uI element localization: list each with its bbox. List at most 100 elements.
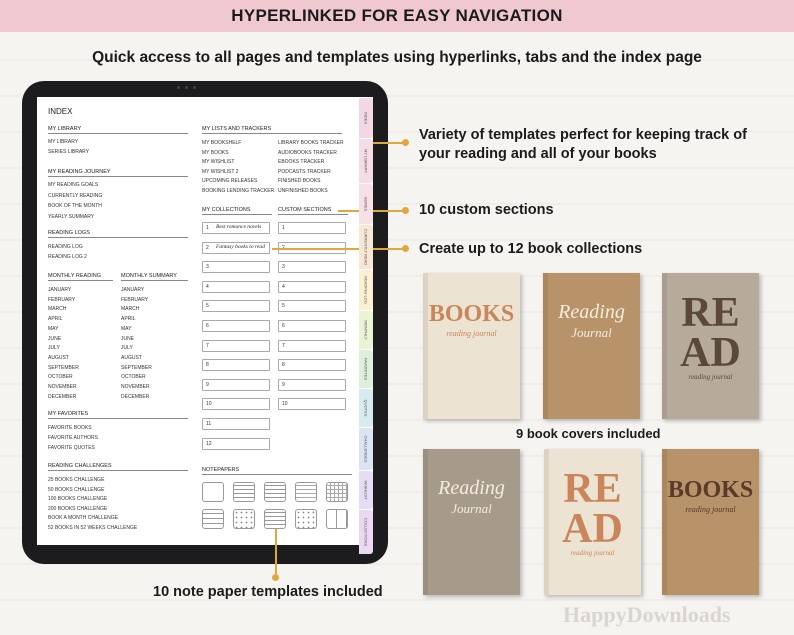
notepaper-thumb[interactable] (326, 509, 348, 529)
tab-my-library[interactable]: MY LIBRARY (359, 139, 373, 183)
watermark: HappyDownloads (563, 602, 731, 627)
collection-slot[interactable]: 11 (202, 418, 270, 430)
slot-number: 11 (206, 421, 212, 427)
notepaper-thumb[interactable] (202, 509, 224, 529)
index-link[interactable]: JULY (121, 345, 133, 351)
index-link[interactable]: DECEMBER (48, 394, 76, 400)
notepaper-thumb[interactable] (233, 509, 255, 529)
tab-currently-read[interactable]: CURRENTLY READ (359, 225, 373, 269)
notepaper-thumb[interactable] (233, 482, 255, 502)
tab-challenges[interactable]: CHALLENGES (359, 428, 373, 470)
index-link[interactable]: UPCOMING RELEASES (202, 178, 257, 184)
tab-monthly[interactable]: MONTHLY (359, 311, 373, 349)
notepaper-thumb[interactable] (326, 482, 348, 502)
collection-slot[interactable]: 5 (202, 300, 270, 313)
custom-section-slot[interactable]: 8 (278, 359, 346, 372)
index-link[interactable]: FAVORITE QUOTES (48, 445, 95, 451)
custom-section-slot[interactable]: 1 (278, 222, 346, 234)
index-link[interactable]: MY BOOKS (202, 150, 229, 156)
index-link[interactable]: OCTOBER (48, 374, 73, 380)
notepaper-thumb[interactable] (264, 482, 286, 502)
index-link[interactable]: LIBRARY BOOKS TRACKER (278, 140, 344, 146)
index-link[interactable]: APRIL (121, 316, 135, 322)
index-link[interactable]: FEBRUARY (121, 297, 148, 303)
index-link[interactable]: 200 BOOKS CHALLENGE (48, 506, 107, 512)
index-link[interactable]: FINISHED BOOKS (278, 178, 321, 184)
collection-slot[interactable]: 3 (202, 261, 270, 274)
index-link[interactable]: MARCH (121, 306, 139, 312)
custom-section-slot[interactable]: 3 (278, 261, 346, 274)
index-link[interactable]: NOVEMBER (48, 384, 77, 390)
index-link[interactable]: 100 BOOKS CHALLENGE (48, 496, 107, 502)
collection-slot[interactable]: 2 Fantasy books to read (202, 241, 270, 254)
tab-reading-log[interactable]: READING LOG (359, 270, 373, 310)
collection-slot[interactable]: 8 (202, 359, 270, 372)
collection-slot[interactable]: 12 (202, 437, 270, 450)
index-link[interactable]: BOOKING LENDING TRACKER (202, 188, 274, 194)
index-link[interactable]: SEPTEMBER (121, 365, 152, 371)
index-link[interactable]: MY WISHLIST 2 (202, 169, 239, 175)
collection-slot[interactable]: 10 (202, 398, 270, 411)
notepaper-thumb[interactable] (264, 509, 286, 529)
index-link[interactable]: SERIES LIBRARY (48, 149, 89, 155)
index-link[interactable]: MY LIBRARY (48, 139, 78, 145)
index-link[interactable]: JANUARY (121, 287, 144, 293)
tab-quotes[interactable]: QUOTES (359, 389, 373, 427)
index-link[interactable]: JANUARY (48, 287, 71, 293)
custom-section-slot[interactable]: 10 (278, 398, 346, 411)
tab-collections[interactable]: COLLECTIONS (359, 510, 373, 554)
planner-screen: INDEX MY LIBRARY MY READING JOURNEY READ… (37, 97, 373, 545)
index-link[interactable]: 50 BOOKS CHALLENGE (48, 487, 104, 493)
index-link[interactable]: APRIL (48, 316, 62, 322)
index-link[interactable]: 52 BOOKS IN 52 WEEKS CHALLENGE (48, 525, 137, 531)
index-link[interactable]: CURRENTLY READING (48, 193, 102, 199)
index-link[interactable]: MAY (48, 326, 58, 332)
index-link[interactable]: BOOK OF THE MONTH (48, 203, 102, 209)
index-link[interactable]: BOOK A MONTH CHALLENGE (48, 515, 118, 521)
index-link[interactable]: MAY (121, 326, 131, 332)
custom-section-slot[interactable]: 6 (278, 320, 346, 332)
index-link[interactable]: UNFINISHED BOOKS (278, 188, 328, 194)
index-link[interactable]: DECEMBER (121, 394, 149, 400)
custom-section-slot[interactable]: 5 (278, 300, 346, 313)
index-link[interactable]: AUGUST (121, 355, 142, 361)
notepaper-thumb[interactable] (295, 509, 317, 529)
index-link[interactable]: SEPTEMBER (48, 365, 79, 371)
custom-section-slot[interactable]: 4 (278, 280, 346, 293)
tab-label: WISHLIST (363, 480, 369, 500)
custom-section-slot[interactable]: 9 (278, 378, 346, 391)
index-link[interactable]: MY BOOKSHELF (202, 140, 241, 146)
tab-wishlist[interactable]: WISHLIST (359, 471, 373, 509)
collection-slot[interactable]: 1 Best romance novels (202, 222, 270, 234)
index-link[interactable]: JUNE (121, 336, 134, 342)
index-link[interactable]: READING LOG (48, 244, 83, 250)
index-link[interactable]: AUGUST (48, 355, 69, 361)
index-link[interactable]: MARCH (48, 306, 66, 312)
index-link[interactable]: FAVORITE AUTHORS (48, 435, 98, 441)
index-link[interactable]: YEARLY SUMMARY (48, 214, 94, 220)
collection-slot[interactable]: 4 (202, 280, 270, 293)
index-link[interactable]: AUDIOBOOKS TRACKER (278, 150, 337, 156)
index-link[interactable]: PODCASTS TRACKER (278, 169, 331, 175)
index-link[interactable]: OCTOBER (121, 374, 146, 380)
collection-slot[interactable]: 7 (202, 339, 270, 352)
tab-favorites[interactable]: FAVORITES (359, 350, 373, 388)
book-cover: RE AD reading journal (662, 273, 759, 419)
index-link[interactable]: MY WISHLIST (202, 159, 234, 165)
tab-series[interactable]: SERIES (359, 184, 373, 224)
notepaper-thumb[interactable] (202, 482, 224, 502)
index-link[interactable]: NOVEMBER (121, 384, 150, 390)
index-link[interactable]: JULY (48, 345, 60, 351)
collection-slot[interactable]: 9 (202, 378, 270, 391)
index-link[interactable]: READING LOG 2 (48, 254, 87, 260)
index-link[interactable]: JUNE (48, 336, 61, 342)
index-link[interactable]: EBOOKS TRACKER (278, 159, 324, 165)
collection-slot[interactable]: 6 (202, 320, 270, 332)
index-link[interactable]: FEBRUARY (48, 297, 75, 303)
index-link[interactable]: 25 BOOKS CHALLENGE (48, 477, 104, 483)
custom-section-slot[interactable]: 7 (278, 339, 346, 352)
index-link[interactable]: FAVORITE BOOKS (48, 425, 92, 431)
tab-index[interactable]: INDEX (359, 98, 373, 138)
notepaper-thumb[interactable] (295, 482, 317, 502)
index-link[interactable]: MY READING GOALS (48, 182, 98, 188)
